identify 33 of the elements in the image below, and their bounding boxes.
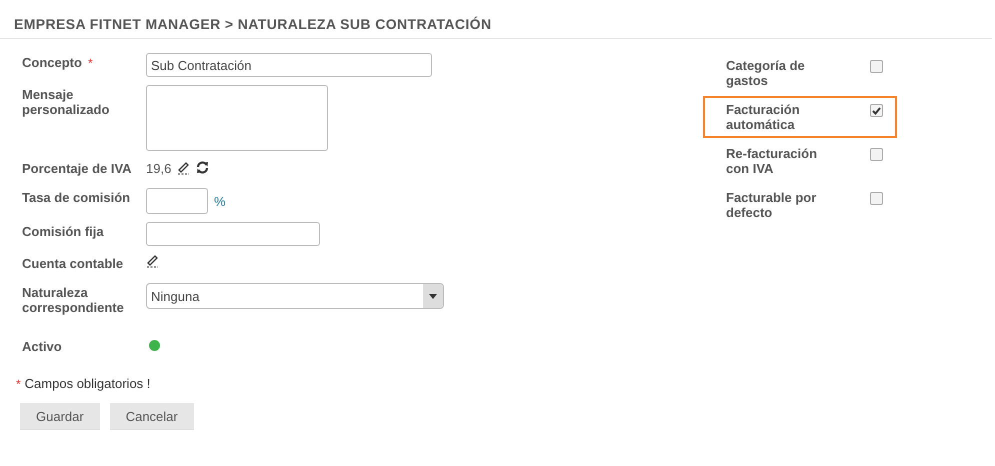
checkbox[interactable] (870, 148, 883, 161)
field-label: Cuenta contable (22, 256, 124, 271)
field-label: Mensaje personalizado (22, 87, 110, 117)
field-label: Concepto (22, 55, 82, 70)
refresh-icon[interactable] (196, 161, 210, 174)
pencil-icon[interactable] (177, 160, 190, 174)
field-label: Comisión fija (22, 224, 104, 239)
field-label: Activo (22, 339, 62, 354)
text-field[interactable]: Sub Contratación (146, 53, 432, 77)
percent-sign: % (214, 194, 226, 208)
option-label: Categoría de gastos (726, 58, 806, 88)
field-label: Naturaleza correspondiente (22, 285, 124, 315)
message-field[interactable] (146, 85, 328, 151)
option-label: Re-facturación con IVA (726, 146, 818, 176)
cancel-button[interactable]: Cancelar (110, 403, 194, 430)
select-field[interactable]: Ninguna (146, 283, 444, 309)
save-button[interactable]: Guardar (20, 403, 100, 430)
option-label: Facturable por defecto (726, 190, 818, 220)
required-asterisk: * (16, 377, 21, 391)
field-label: Tasa de comisión (22, 190, 130, 205)
page-title: EMPRESA FITNET MANAGER > NATURALEZA SUB CONTRATACIÓN (0, 0, 992, 39)
caret-icon (429, 294, 437, 298)
checkbox[interactable] (870, 192, 883, 205)
required-note: Campos obligatorios ! (24, 376, 150, 391)
checkbox[interactable] (870, 60, 883, 73)
vat-value: 19,6 (146, 161, 172, 176)
option-label: Facturación automática (726, 102, 801, 132)
pencil-icon[interactable] (146, 254, 159, 268)
field-label: Porcentaje de IVA (22, 161, 132, 176)
required-asterisk: * (88, 56, 93, 70)
checkbox[interactable] (870, 104, 883, 117)
commission-rate-field[interactable] (146, 188, 208, 214)
fixed-commission-field[interactable] (146, 222, 320, 246)
